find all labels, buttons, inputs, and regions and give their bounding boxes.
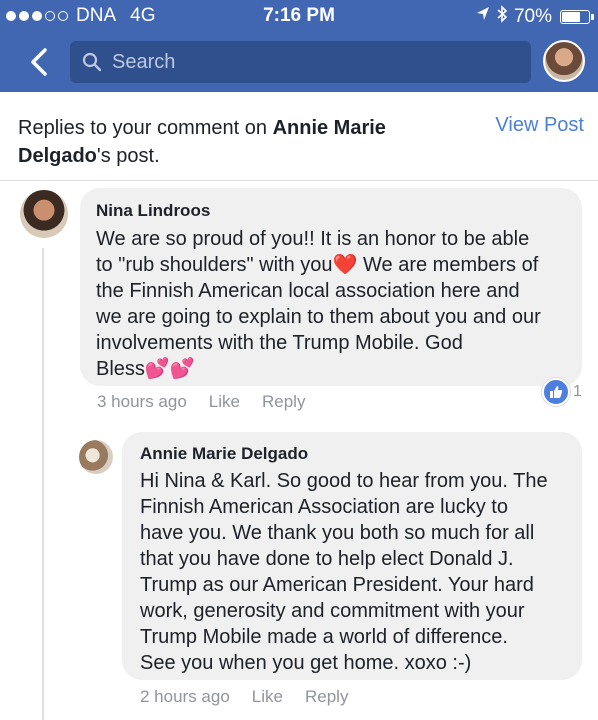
- battery-fill: [562, 12, 580, 22]
- nav-bar: [0, 32, 598, 92]
- status-bar: DNA 4G 7:16 PM 70%: [0, 0, 598, 32]
- notification-prefix: Replies to your comment on: [18, 117, 273, 139]
- search-bar[interactable]: [70, 41, 531, 83]
- reply-bubble[interactable]: Annie Marie Delgado Hi Nina & Karl. So g…: [122, 432, 582, 680]
- reply-actions: 2 hours ago Like Reply: [140, 687, 348, 707]
- view-post-link[interactable]: View Post: [495, 114, 584, 137]
- back-button[interactable]: [24, 44, 54, 80]
- reply-reply-button[interactable]: Reply: [305, 687, 348, 707]
- reply-like-button[interactable]: Like: [252, 687, 283, 707]
- search-icon: [82, 52, 102, 72]
- status-right: 70%: [476, 5, 594, 29]
- notification-text: Replies to your comment on Annie Marie D…: [18, 114, 458, 170]
- comment-author[interactable]: Nina Lindroos: [96, 201, 210, 221]
- comment-bubble[interactable]: Nina Lindroos We are so proud of you!! I…: [80, 188, 582, 386]
- thread-line: [42, 248, 44, 720]
- reply-author[interactable]: Annie Marie Delgado: [140, 444, 308, 464]
- reply-avatar[interactable]: [79, 440, 113, 474]
- reply-timestamp[interactable]: 2 hours ago: [140, 687, 230, 707]
- reaction-count: 1: [573, 383, 582, 400]
- profile-avatar[interactable]: [543, 40, 585, 82]
- header-bar: DNA 4G 7:16 PM 70%: [0, 0, 598, 92]
- chevron-left-icon: [31, 48, 47, 76]
- comment-text: We are so proud of you!! It is an honor …: [96, 228, 541, 380]
- thumbs-up-icon: [542, 378, 570, 406]
- reaction-summary[interactable]: 1: [542, 378, 582, 406]
- notification-suffix: 's post.: [96, 145, 160, 167]
- battery-percent: 70%: [513, 6, 552, 27]
- comment-timestamp[interactable]: 3 hours ago: [97, 392, 187, 412]
- commenter-avatar[interactable]: [20, 190, 68, 238]
- battery-icon: [560, 10, 594, 24]
- like-button[interactable]: Like: [209, 392, 240, 412]
- search-input[interactable]: [110, 49, 494, 75]
- notification-header: Replies to your comment on Annie Marie D…: [0, 92, 598, 181]
- comment-actions: 3 hours ago Like Reply: [97, 392, 305, 412]
- reply-text: Hi Nina & Karl. So good to hear from you…: [140, 470, 548, 674]
- bluetooth-icon: [496, 5, 508, 29]
- location-arrow-icon: [476, 6, 490, 28]
- reply-button[interactable]: Reply: [262, 392, 305, 412]
